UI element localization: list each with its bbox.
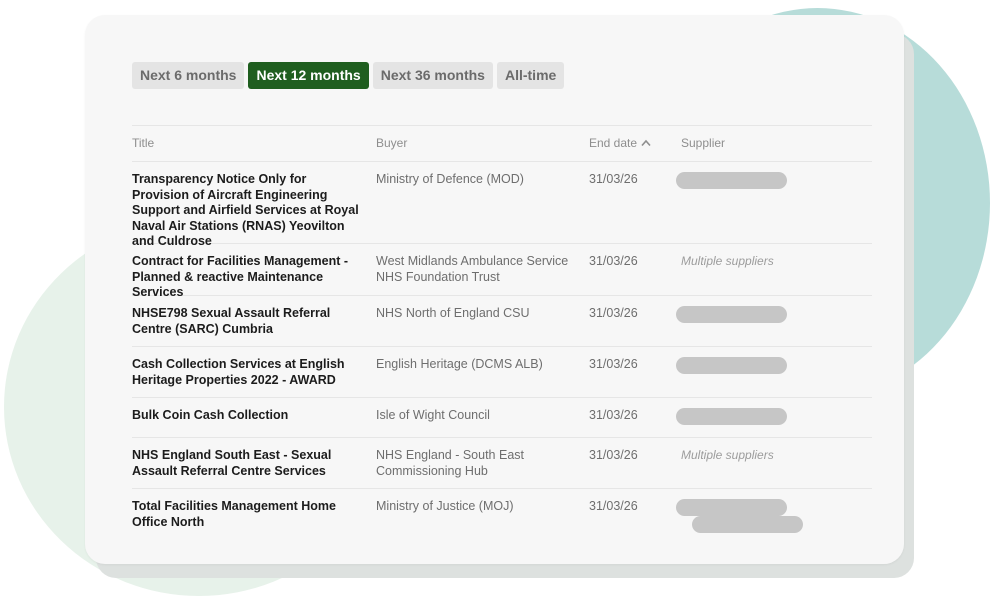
chevron-up-icon xyxy=(641,139,651,146)
supplier-redacted xyxy=(676,172,787,189)
table-row[interactable]: NHSE798 Sexual Assault Referral Centre (… xyxy=(132,295,872,346)
table-header: Title Buyer End date Supplier xyxy=(132,125,872,161)
row-title[interactable]: Contract for Facilities Management - Pla… xyxy=(132,244,376,299)
row-supplier: Multiple suppliers xyxy=(681,254,774,268)
row-end-date: 31/03/26 xyxy=(589,357,638,371)
row-title[interactable]: Total Facilities Management Home Office … xyxy=(132,489,376,549)
table-row[interactable]: Total Facilities Management Home Office … xyxy=(132,488,872,549)
tab-next-12-months[interactable]: Next 12 months xyxy=(248,62,369,89)
row-buyer: Ministry of Defence (MOD) xyxy=(376,172,524,186)
end-date-label: End date xyxy=(589,135,638,150)
row-title[interactable]: NHSE798 Sexual Assault Referral Centre (… xyxy=(132,296,376,346)
supplier-redacted xyxy=(676,408,787,425)
row-end-date: 31/03/26 xyxy=(589,172,638,186)
supplier-redacted xyxy=(676,357,787,374)
row-title[interactable]: Bulk Coin Cash Collection xyxy=(132,398,376,437)
row-buyer: English Heritage (DCMS ALB) xyxy=(376,357,543,371)
tab-all-time[interactable]: All-time xyxy=(496,62,565,89)
row-end-date: 31/03/26 xyxy=(589,408,638,422)
tab-next-36-months[interactable]: Next 36 months xyxy=(372,62,493,89)
column-header-end-date[interactable]: End date xyxy=(589,136,681,152)
row-end-date: 31/03/26 xyxy=(589,306,638,320)
table-row[interactable]: Transparency Notice Only for Provision o… xyxy=(132,161,872,248)
column-header-buyer[interactable]: Buyer xyxy=(376,136,589,152)
supplier-redacted xyxy=(692,516,803,533)
row-end-date: 31/03/26 xyxy=(589,499,638,513)
table-row[interactable]: NHS England South East - Sexual Assault … xyxy=(132,437,872,488)
row-buyer: West Midlands Ambulance Service NHS Foun… xyxy=(376,254,569,284)
table-row[interactable]: Bulk Coin Cash Collection Isle of Wight … xyxy=(132,397,872,437)
row-title[interactable]: Transparency Notice Only for Provision o… xyxy=(132,162,376,248)
row-end-date: 31/03/26 xyxy=(589,448,638,462)
row-end-date: 31/03/26 xyxy=(589,254,638,268)
contracts-table: Title Buyer End date Supplier Transparen… xyxy=(132,125,872,549)
time-range-tabs: Next 6 months Next 12 months Next 36 mon… xyxy=(132,62,565,89)
row-supplier: Multiple suppliers xyxy=(681,448,774,462)
row-supplier xyxy=(676,296,872,346)
table-row[interactable]: Cash Collection Services at English Heri… xyxy=(132,346,872,397)
row-title[interactable]: NHS England South East - Sexual Assault … xyxy=(132,438,376,488)
tab-next-6-months[interactable]: Next 6 months xyxy=(132,62,245,89)
row-supplier xyxy=(676,347,872,397)
contracts-card: Next 6 months Next 12 months Next 36 mon… xyxy=(85,15,904,564)
row-buyer: Ministry of Justice (MOJ) xyxy=(376,499,514,513)
row-supplier xyxy=(676,489,872,549)
column-header-title[interactable]: Title xyxy=(132,136,376,152)
row-buyer: NHS North of England CSU xyxy=(376,306,530,320)
table-row[interactable]: Contract for Facilities Management - Pla… xyxy=(132,243,872,299)
supplier-redacted xyxy=(676,306,787,323)
row-buyer: NHS England - South East Commissioning H… xyxy=(376,448,524,478)
column-header-supplier[interactable]: Supplier xyxy=(681,136,872,152)
row-supplier xyxy=(676,398,872,437)
row-title[interactable]: Cash Collection Services at English Heri… xyxy=(132,347,376,397)
row-buyer: Isle of Wight Council xyxy=(376,408,490,422)
supplier-redacted xyxy=(676,499,787,516)
row-supplier xyxy=(676,162,872,243)
